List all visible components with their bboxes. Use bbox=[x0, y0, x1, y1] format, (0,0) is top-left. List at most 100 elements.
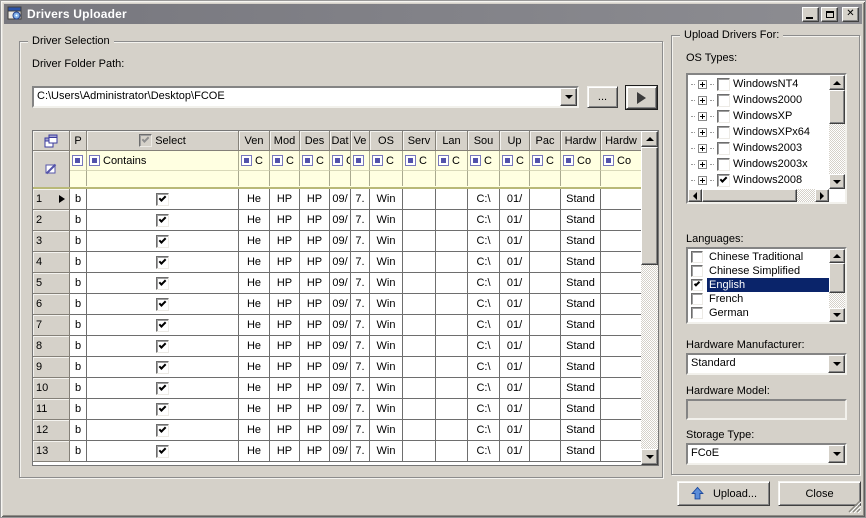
cell-up[interactable]: 01/ bbox=[500, 378, 530, 399]
cell-des[interactable]: HP bbox=[300, 357, 330, 378]
cell-hardw1[interactable]: Stand bbox=[561, 441, 601, 462]
cell-up[interactable]: 01/ bbox=[500, 315, 530, 336]
cell-des[interactable]: HP bbox=[300, 399, 330, 420]
column-header-pac[interactable]: Pac bbox=[530, 131, 561, 151]
cell-hardw1[interactable]: Stand bbox=[561, 294, 601, 315]
cell-p[interactable]: b bbox=[70, 273, 87, 294]
cell-des[interactable]: HP bbox=[300, 420, 330, 441]
filter-condition-icon[interactable] bbox=[302, 155, 313, 166]
cell-des[interactable]: HP bbox=[300, 231, 330, 252]
scan-folder-button[interactable] bbox=[625, 85, 658, 110]
cell-pac[interactable] bbox=[530, 336, 561, 357]
cell-ven[interactable]: He bbox=[239, 273, 270, 294]
filter-cell-empty-ven[interactable] bbox=[239, 171, 270, 186]
cell-ve[interactable]: 7. bbox=[351, 210, 370, 231]
cell-ve[interactable]: 7. bbox=[351, 378, 370, 399]
cell-dat[interactable]: 09/ bbox=[330, 336, 351, 357]
cell-select[interactable] bbox=[87, 336, 239, 357]
cell-os[interactable]: Win bbox=[370, 210, 403, 231]
cell-serv[interactable] bbox=[403, 189, 436, 210]
cell-p[interactable]: b bbox=[70, 210, 87, 231]
language-checkbox[interactable] bbox=[691, 307, 703, 319]
cell-des[interactable]: HP bbox=[300, 210, 330, 231]
hardware-manufacturer-combo[interactable]: Standard bbox=[686, 353, 847, 375]
filter-cell-empty-serv[interactable] bbox=[403, 171, 436, 186]
cell-p[interactable]: b bbox=[70, 441, 87, 462]
cell-dat[interactable]: 09/ bbox=[330, 252, 351, 273]
cell-serv[interactable] bbox=[403, 210, 436, 231]
cell-ve[interactable]: 7. bbox=[351, 252, 370, 273]
select-all-checkbox[interactable] bbox=[139, 134, 152, 147]
row-select-checkbox[interactable] bbox=[156, 340, 169, 353]
cell-select[interactable] bbox=[87, 420, 239, 441]
cell-lan[interactable] bbox=[436, 231, 468, 252]
cell-up[interactable]: 01/ bbox=[500, 210, 530, 231]
row-select-checkbox[interactable] bbox=[156, 445, 169, 458]
os-type-checkbox[interactable] bbox=[717, 94, 730, 107]
filter-cell-empty-up[interactable] bbox=[500, 171, 530, 186]
cell-ve[interactable]: 7. bbox=[351, 315, 370, 336]
cell-dat[interactable]: 09/ bbox=[330, 378, 351, 399]
os-type-checkbox[interactable] bbox=[717, 158, 730, 171]
filter-cell-mod[interactable]: C bbox=[270, 151, 300, 171]
cell-ven[interactable]: He bbox=[239, 294, 270, 315]
os-types-hscrollbar[interactable] bbox=[688, 189, 829, 202]
cell-mod[interactable]: HP bbox=[270, 378, 300, 399]
filter-cell-empty-pac[interactable] bbox=[530, 171, 561, 186]
filter-cell-dat[interactable]: C bbox=[330, 151, 351, 171]
filter-condition-icon[interactable] bbox=[72, 155, 83, 166]
os-type-checkbox[interactable] bbox=[717, 174, 730, 187]
row-indicator-8[interactable]: 8 bbox=[33, 336, 70, 357]
column-header-hardw2[interactable]: Hardw bbox=[601, 131, 641, 151]
tree-expand-icon[interactable] bbox=[698, 80, 707, 89]
cell-os[interactable]: Win bbox=[370, 189, 403, 210]
os-type-item-5[interactable]: Windows2003x bbox=[688, 156, 829, 172]
cell-os[interactable]: Win bbox=[370, 378, 403, 399]
cell-hardw2[interactable] bbox=[601, 315, 641, 336]
cell-select[interactable] bbox=[87, 315, 239, 336]
column-header-dat[interactable]: Dat bbox=[330, 131, 351, 151]
cell-up[interactable]: 01/ bbox=[500, 336, 530, 357]
cell-hardw1[interactable]: Stand bbox=[561, 210, 601, 231]
cell-up[interactable]: 01/ bbox=[500, 231, 530, 252]
cell-mod[interactable]: HP bbox=[270, 189, 300, 210]
cell-os[interactable]: Win bbox=[370, 399, 403, 420]
cell-dat[interactable]: 09/ bbox=[330, 441, 351, 462]
column-header-select[interactable]: Select bbox=[87, 131, 239, 151]
filter-condition-icon[interactable] bbox=[532, 155, 543, 166]
filter-cell-ve[interactable] bbox=[351, 151, 370, 171]
cell-serv[interactable] bbox=[403, 399, 436, 420]
filter-condition-icon[interactable] bbox=[241, 155, 252, 166]
path-dropdown-button[interactable] bbox=[560, 88, 577, 106]
row-indicator-13[interactable]: 13 bbox=[33, 441, 70, 462]
cell-hardw2[interactable] bbox=[601, 399, 641, 420]
cell-dat[interactable]: 09/ bbox=[330, 210, 351, 231]
column-header-ven[interactable]: Ven bbox=[239, 131, 270, 151]
storage-type-dropdown-button[interactable] bbox=[828, 445, 845, 463]
cell-pac[interactable] bbox=[530, 441, 561, 462]
cell-pac[interactable] bbox=[530, 420, 561, 441]
cell-select[interactable] bbox=[87, 231, 239, 252]
cell-sou[interactable]: C:\ bbox=[468, 189, 500, 210]
cell-os[interactable]: Win bbox=[370, 336, 403, 357]
column-header-mod[interactable]: Mod bbox=[270, 131, 300, 151]
cell-select[interactable] bbox=[87, 210, 239, 231]
filter-condition-icon[interactable] bbox=[353, 155, 364, 166]
filter-condition-icon[interactable] bbox=[89, 155, 100, 166]
cell-hardw1[interactable]: Stand bbox=[561, 231, 601, 252]
row-indicator-12[interactable]: 12 bbox=[33, 420, 70, 441]
cell-des[interactable]: HP bbox=[300, 336, 330, 357]
cell-dat[interactable]: 09/ bbox=[330, 399, 351, 420]
cell-serv[interactable] bbox=[403, 252, 436, 273]
cell-sou[interactable]: C:\ bbox=[468, 294, 500, 315]
cell-hardw1[interactable]: Stand bbox=[561, 357, 601, 378]
cell-serv[interactable] bbox=[403, 231, 436, 252]
filter-cell-des[interactable]: C bbox=[300, 151, 330, 171]
cell-p[interactable]: b bbox=[70, 294, 87, 315]
cell-hardw2[interactable] bbox=[601, 252, 641, 273]
cell-sou[interactable]: C:\ bbox=[468, 378, 500, 399]
cell-ven[interactable]: He bbox=[239, 252, 270, 273]
tree-expand-icon[interactable] bbox=[698, 144, 707, 153]
row-select-checkbox[interactable] bbox=[156, 277, 169, 290]
row-indicator-7[interactable]: 7 bbox=[33, 315, 70, 336]
